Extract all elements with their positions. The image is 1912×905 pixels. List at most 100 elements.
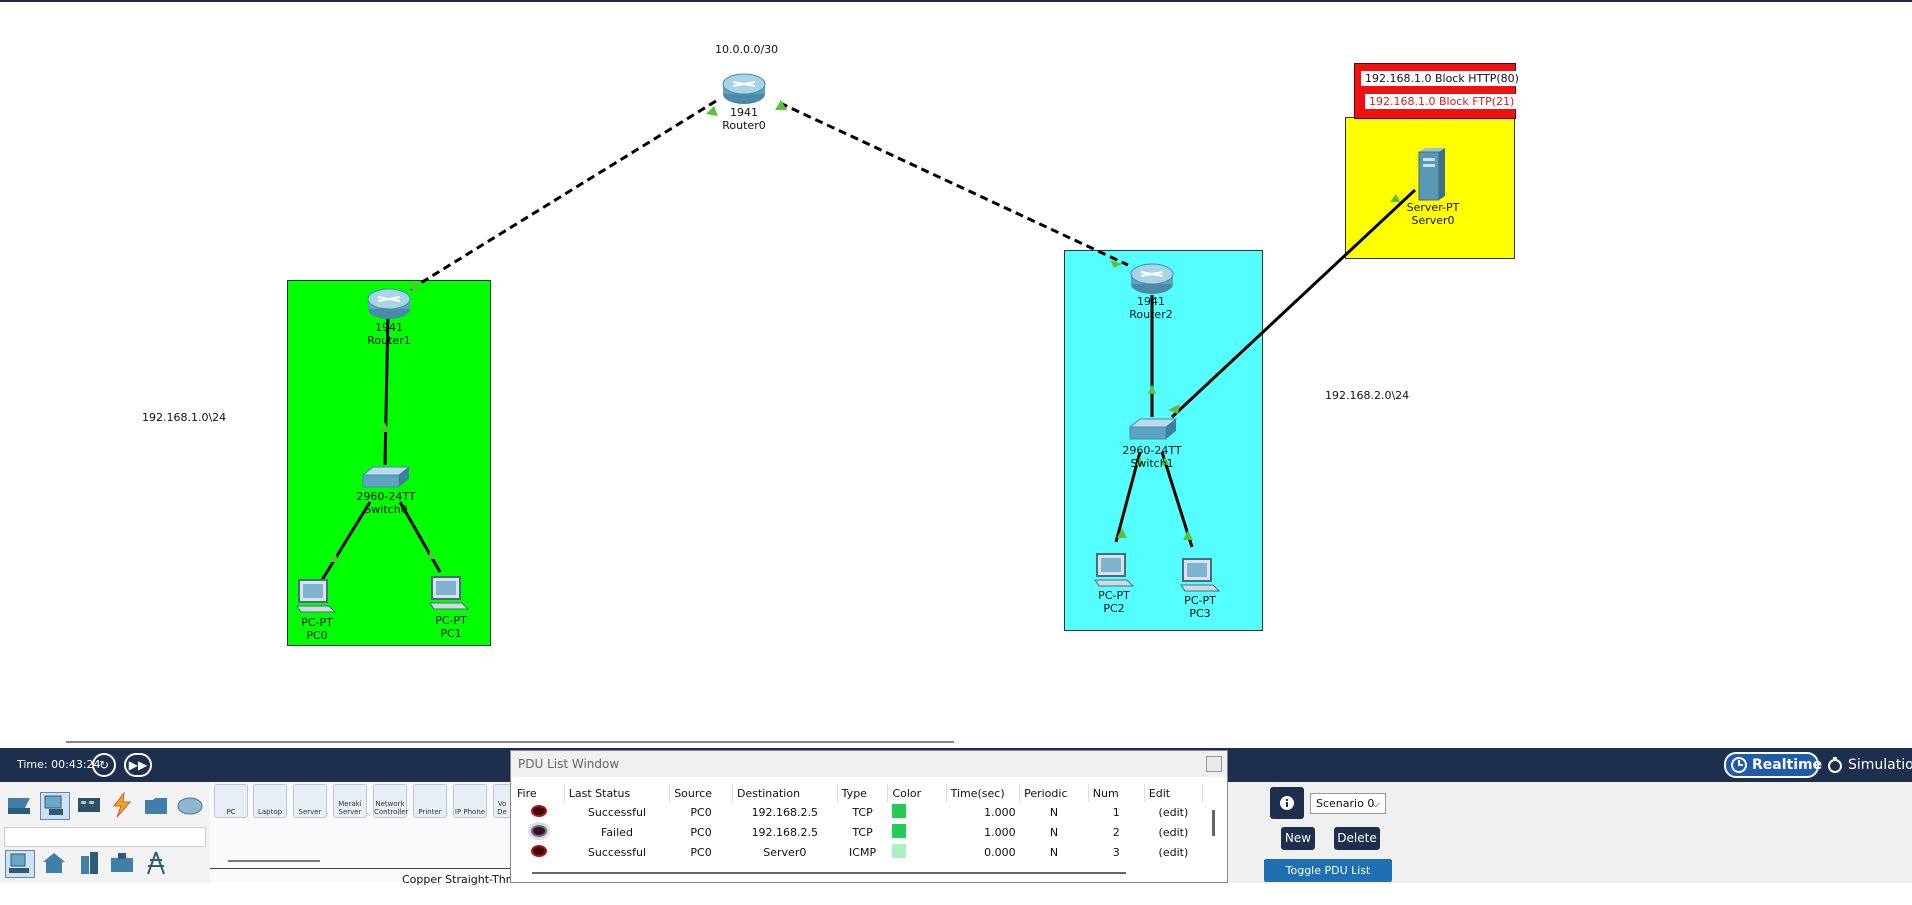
pdu-status: Successful: [587, 805, 647, 819]
lan2-network-label: 192.168.2.0\24: [1325, 389, 1410, 402]
col-time[interactable]: Time(sec): [946, 784, 1021, 802]
logical-workspace[interactable]: 1941 Router0 1941 Router1 1941 Router2 2960…: [0, 0, 1912, 748]
pc1-label: PC-PT PC1: [435, 614, 467, 640]
pc1-icon[interactable]: [428, 575, 470, 611]
subpanel-scrollbar[interactable]: [228, 860, 320, 862]
col-last-status[interactable]: Last Status: [564, 784, 671, 802]
wan-cable-r0-r1: [405, 99, 717, 294]
pdu-source: PC0: [690, 805, 712, 819]
pdu-color-swatch: [891, 843, 906, 858]
pdu-row[interactable]: Failed PC0 192.168.2.5 TCP 1.000 N 2 (ed…: [513, 822, 1203, 842]
multiuser-icon[interactable]: [176, 792, 204, 818]
fire-icon[interactable]: [530, 804, 547, 817]
cable-layer: [320, 99, 1417, 581]
meraki-server-device-icon[interactable]: Meraki Server: [333, 784, 367, 818]
simulation-label: Simulation: [1848, 757, 1912, 773]
pdu-header-row: Fire Last Status Source Destination Type…: [513, 784, 1204, 802]
network-controller-device-icon[interactable]: Network Controller: [373, 784, 408, 818]
col-edit[interactable]: Edit: [1144, 784, 1204, 802]
new-pdu-button[interactable]: New: [1281, 827, 1315, 850]
misc-icon[interactable]: [142, 792, 170, 818]
col-color[interactable]: Color: [887, 784, 947, 802]
pc0-label: PC-PT PC0: [301, 616, 333, 642]
fire-icon[interactable]: [530, 844, 547, 857]
pdu-edit-link[interactable]: (edit): [1144, 822, 1202, 842]
scenario-select[interactable]: Scenario 0 ⌵: [1310, 793, 1386, 814]
pdu-source: PC0: [690, 845, 712, 859]
pdu-horizontal-scrollbar[interactable]: [532, 872, 1126, 874]
power-cycle-icon: ↻: [98, 758, 110, 772]
components-icon[interactable]: [75, 792, 103, 818]
smart-city-icon[interactable]: [75, 850, 103, 876]
pdu-type: TCP: [852, 825, 873, 839]
acl-note-box: 192.168.1.0 Block HTTP(80) 192.168.1.0 B…: [1354, 63, 1523, 119]
fast-forward-button[interactable]: ▶▶: [124, 753, 152, 777]
router1-label: 1941 Router1: [367, 321, 411, 347]
pdu-vertical-scrollbar[interactable]: [1212, 810, 1215, 836]
fire-icon[interactable]: [530, 824, 547, 837]
pc3-label: PC-PT PC3: [1184, 594, 1216, 620]
pc3-icon[interactable]: [1179, 557, 1221, 593]
pdu-close-button[interactable]: [1206, 756, 1222, 772]
realtime-mode-button[interactable]: Realtime: [1724, 752, 1822, 778]
pc-device-icon[interactable]: PC: [214, 784, 248, 818]
pdu-type: TCP: [852, 805, 873, 819]
industrial-icon[interactable]: [108, 850, 136, 876]
router2-icon[interactable]: [1129, 262, 1175, 296]
pdu-row[interactable]: Successful PC0 192.168.2.5 TCP 1.000 N 1…: [513, 802, 1203, 822]
switch1-label: 2960-24TT Switch1: [1122, 444, 1182, 470]
pdu-time: 1.000: [984, 825, 1016, 839]
pdu-row[interactable]: Successful PC0 Server0 ICMP 0.000 N 3 (e…: [513, 842, 1203, 862]
col-type[interactable]: Type: [837, 784, 889, 802]
pdu-status: Failed: [601, 825, 633, 839]
server-device-icon[interactable]: Server: [293, 784, 327, 818]
clock-icon: [1731, 757, 1747, 773]
network-devices-icon[interactable]: [5, 792, 33, 818]
pc-category-icon[interactable]: [5, 850, 35, 878]
col-source[interactable]: Source: [669, 784, 733, 802]
pdu-num: 2: [1112, 825, 1120, 839]
delete-pdu-button[interactable]: Delete: [1334, 827, 1380, 850]
server0-icon[interactable]: [1415, 146, 1449, 202]
router1-icon[interactable]: [366, 287, 412, 321]
router0-icon[interactable]: [721, 72, 767, 106]
laptop-device-icon[interactable]: Laptop: [253, 784, 287, 818]
pdu-color-swatch: [891, 803, 906, 818]
power-grid-icon[interactable]: [142, 850, 170, 876]
pdu-edit-link[interactable]: (edit): [1144, 802, 1202, 822]
home-icon[interactable]: [40, 850, 68, 876]
workspace-scrollbar[interactable]: [66, 741, 954, 743]
end-devices-icon[interactable]: [40, 792, 70, 820]
col-fire[interactable]: Fire: [513, 784, 565, 802]
pdu-time: 0.000: [984, 845, 1016, 859]
server0-label: Server-PT Server0: [1406, 201, 1460, 227]
pc2-label: PC-PT PC2: [1098, 589, 1130, 615]
pdu-periodic: N: [1049, 845, 1059, 859]
link-lights: [330, 100, 1400, 562]
simulation-mode-button[interactable]: Simulation: [1822, 752, 1912, 778]
pc0-icon[interactable]: [295, 578, 337, 614]
col-destination[interactable]: Destination: [732, 784, 838, 802]
pdu-color-swatch: [891, 823, 906, 838]
switch0-label: 2960-24TT Switch0: [356, 490, 416, 516]
chevron-down-icon: ⌵: [1371, 797, 1380, 810]
sim-time: Time: 00:43:24: [17, 758, 101, 771]
power-cycle-button[interactable]: ↻: [92, 753, 116, 777]
col-num[interactable]: Num: [1088, 784, 1145, 802]
pdu-destination: 192.168.2.5: [751, 825, 819, 839]
scenario-info-button[interactable]: [1270, 787, 1304, 819]
switch0-icon[interactable]: [359, 465, 411, 491]
info-icon: [1280, 796, 1294, 810]
pdu-edit-link[interactable]: (edit): [1144, 842, 1202, 862]
acl-ftp-note: 192.168.1.0 Block FTP(21): [1365, 94, 1519, 109]
router2-label: 1941 Router2: [1129, 295, 1173, 321]
printer-device-icon[interactable]: Printer: [413, 784, 447, 818]
switch1-icon[interactable]: [1126, 417, 1178, 443]
ip-phone-device-icon[interactable]: IP Phone: [453, 784, 487, 818]
pc2-icon[interactable]: [1093, 552, 1135, 588]
acl-http-note: 192.168.1.0 Block HTTP(80): [1361, 71, 1523, 86]
toggle-pdu-list-button[interactable]: Toggle PDU List Window: [1264, 859, 1392, 900]
col-periodic[interactable]: Periodic: [1019, 784, 1089, 802]
voip-device-icon[interactable]: Vo De: [493, 784, 511, 818]
connections-icon[interactable]: [108, 792, 136, 818]
